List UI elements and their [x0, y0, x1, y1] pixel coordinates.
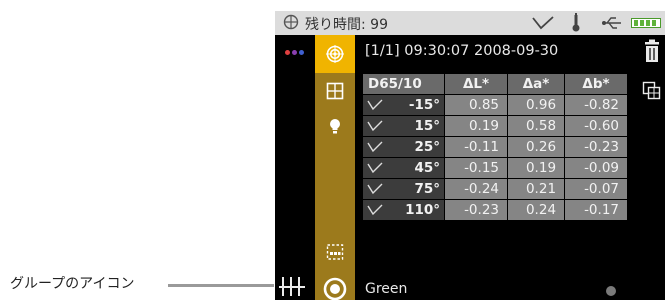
- battery-icon: [631, 18, 661, 28]
- da-cell: 0.19: [506, 157, 566, 179]
- target-icon[interactable]: [326, 45, 344, 63]
- db-cell: -0.60: [564, 115, 628, 137]
- da-cell: 0.58: [506, 115, 566, 137]
- angle-cell: 75°: [361, 178, 446, 200]
- column-header-da: Δa*: [506, 73, 566, 95]
- angle-icon: [367, 120, 383, 132]
- db-cell: -0.23: [564, 136, 628, 158]
- angle-icon: [367, 99, 383, 111]
- table-row[interactable]: 15° 0.19 0.58 -0.60: [361, 115, 628, 137]
- angle-icon: [367, 141, 383, 153]
- da-cell: 0.26: [506, 136, 566, 158]
- angle-cell: 45°: [361, 157, 446, 179]
- led-red: [285, 50, 290, 55]
- measurement-table: D65/10 ΔL* Δa* Δb* -15° 0.85 0.96 -0.82 …: [361, 73, 628, 221]
- clock-icon: [283, 14, 299, 30]
- usb-icon: [602, 17, 621, 29]
- db-cell: -0.07: [564, 178, 628, 200]
- db-cell: -0.17: [564, 199, 628, 221]
- grid-icon[interactable]: [326, 82, 344, 100]
- table-row[interactable]: 45° -0.15 0.19 -0.09: [361, 157, 628, 179]
- table-row[interactable]: 75° -0.24 0.21 -0.07: [361, 178, 628, 200]
- angle-cell: -15°: [361, 94, 446, 116]
- table-row[interactable]: 25° -0.11 0.26 -0.23: [361, 136, 628, 158]
- bulb-icon[interactable]: [326, 117, 344, 135]
- led-blue: [299, 50, 304, 55]
- table-row[interactable]: -15° 0.85 0.96 -0.82: [361, 94, 628, 116]
- da-cell: 0.24: [506, 199, 566, 221]
- led-purple: [292, 50, 297, 55]
- dl-cell: -0.15: [444, 157, 508, 179]
- sample-name: Green: [365, 281, 408, 297]
- status-bar: 残り時間: 99: [275, 11, 665, 35]
- right-panel: [640, 35, 665, 300]
- angle-cell: 25°: [361, 136, 446, 158]
- trash-icon[interactable]: [643, 39, 661, 63]
- remaining-time-text: 残り時間: 99: [305, 17, 388, 33]
- angle-icon: [367, 183, 383, 195]
- measurement-panel: [1/1] 09:30:07 2008-09-30 D65/10 ΔL* Δa*…: [355, 35, 640, 300]
- angle-icon: [367, 162, 383, 174]
- toolbar-active-tab[interactable]: [315, 35, 355, 73]
- da-cell: 0.96: [506, 94, 566, 116]
- group-circle-icon[interactable]: [323, 277, 347, 301]
- toolbar: [315, 35, 355, 301]
- wifi-icon: [532, 16, 554, 30]
- dl-cell: -0.24: [444, 178, 508, 200]
- left-panel: [275, 35, 315, 300]
- dl-cell: 0.19: [444, 115, 508, 137]
- angle-cell: 110°: [361, 199, 446, 221]
- da-cell: 0.21: [506, 178, 566, 200]
- table-row[interactable]: 110° -0.23 0.24 -0.17: [361, 199, 628, 221]
- group-dashed-icon[interactable]: [326, 243, 344, 261]
- copy-icon[interactable]: [642, 81, 662, 101]
- db-cell: -0.09: [564, 157, 628, 179]
- thermometer-icon: [572, 13, 580, 32]
- angle-icon: [367, 204, 383, 216]
- table-header-row: D65/10 ΔL* Δa* Δb*: [361, 73, 628, 95]
- dl-cell: -0.23: [444, 199, 508, 221]
- callout-label: グループのアイコン: [10, 276, 135, 292]
- column-header-dl: ΔL*: [444, 73, 508, 95]
- dl-cell: 0.85: [444, 94, 508, 116]
- column-header-illuminant: D65/10: [361, 73, 446, 95]
- angle-cell: 15°: [361, 115, 446, 137]
- column-header-db: Δb*: [564, 73, 628, 95]
- status-dot: [606, 286, 616, 296]
- dl-cell: -0.11: [444, 136, 508, 158]
- callout-line: [168, 284, 274, 287]
- sliders-icon[interactable]: [278, 274, 308, 298]
- measurement-header: [1/1] 09:30:07 2008-09-30: [365, 43, 559, 59]
- db-cell: -0.82: [564, 94, 628, 116]
